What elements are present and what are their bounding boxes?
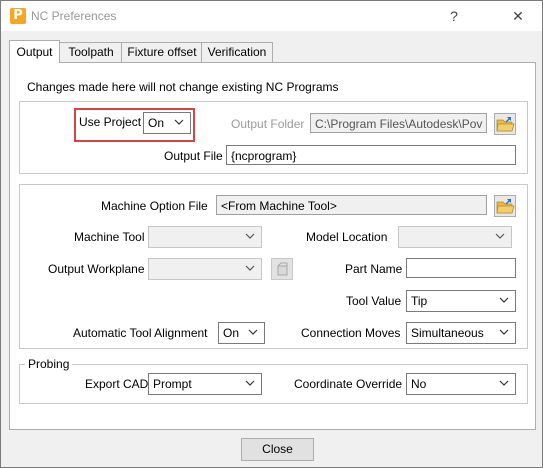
connection-moves-label: Connection Moves <box>301 326 401 340</box>
close-window-button[interactable]: ✕ <box>501 6 535 26</box>
coordinate-override-value: No <box>411 377 427 391</box>
nc-preferences-dialog: P NC Preferences ? ✕ Output Toolpath Fix… <box>0 0 543 468</box>
chevron-down-icon <box>245 380 255 386</box>
chevron-down-icon <box>499 297 509 303</box>
model-location-select[interactable] <box>398 226 512 248</box>
title-bar: P NC Preferences ? ✕ <box>1 1 542 31</box>
machine-option-browse-button[interactable] <box>494 195 516 217</box>
tab-fixture-offset[interactable]: Fixture offset <box>121 42 203 62</box>
tool-value-select[interactable]: Tip <box>406 290 516 312</box>
auto-tool-alignment-select[interactable]: On <box>218 322 265 344</box>
tool-value-value: Tip <box>411 294 428 308</box>
tab-output[interactable]: Output <box>9 40 60 63</box>
app-icon: P <box>10 8 26 24</box>
auto-tool-alignment-label: Automatic Tool Alignment <box>73 326 208 340</box>
folder-open-icon <box>496 117 515 132</box>
tab-toolpath[interactable]: Toolpath <box>59 42 123 62</box>
output-folder-label: Output Folder <box>231 117 305 131</box>
probing-group-label: Probing <box>25 357 73 371</box>
help-button[interactable]: ? <box>439 6 469 26</box>
chevron-down-icon <box>495 233 505 239</box>
chevron-down-icon <box>499 380 509 386</box>
connection-moves-select[interactable]: Simultaneous <box>406 322 516 344</box>
model-location-label: Model Location <box>306 230 388 244</box>
machine-tool-select[interactable] <box>148 226 262 248</box>
tool-value-label: Tool Value <box>346 294 402 308</box>
export-cad-select[interactable]: Prompt <box>148 373 262 395</box>
folder-open-icon <box>496 199 515 214</box>
output-workplane-select[interactable] <box>148 258 262 280</box>
tab-verification[interactable]: Verification <box>201 42 273 62</box>
part-name-field[interactable] <box>406 258 516 278</box>
auto-tool-alignment-value: On <box>223 326 240 340</box>
workplane-icon <box>277 262 288 276</box>
part-name-label: Part Name <box>345 262 403 276</box>
output-folder-browse-button[interactable] <box>494 113 516 135</box>
output-workplane-label: Output Workplane <box>48 262 145 276</box>
coordinate-override-select[interactable]: No <box>406 373 516 395</box>
coordinate-override-label: Coordinate Override <box>294 377 403 391</box>
machine-tool-label: Machine Tool <box>74 230 145 244</box>
workplane-pick-button[interactable] <box>271 258 293 280</box>
output-folder-field[interactable]: C:\Program Files\Autodesk\Pov <box>310 113 487 133</box>
connection-moves-value: Simultaneous <box>411 326 484 340</box>
output-file-field[interactable]: {ncprogram} <box>226 145 516 165</box>
chevron-down-icon <box>245 265 255 271</box>
export-cad-value: Prompt <box>153 377 192 391</box>
export-cad-label: Export CAD <box>85 377 149 391</box>
use-project-highlight <box>74 108 195 142</box>
chevron-down-icon <box>245 233 255 239</box>
machine-option-file-label: Machine Option File <box>101 199 208 213</box>
output-file-label: Output File <box>164 149 223 163</box>
window-title: NC Preferences <box>31 9 117 23</box>
notice-text: Changes made here will not change existi… <box>27 80 339 94</box>
machine-option-file-field[interactable]: <From Machine Tool> <box>216 195 487 215</box>
chevron-down-icon <box>499 329 509 335</box>
close-button[interactable]: Close <box>241 438 314 461</box>
chevron-down-icon <box>248 329 258 335</box>
